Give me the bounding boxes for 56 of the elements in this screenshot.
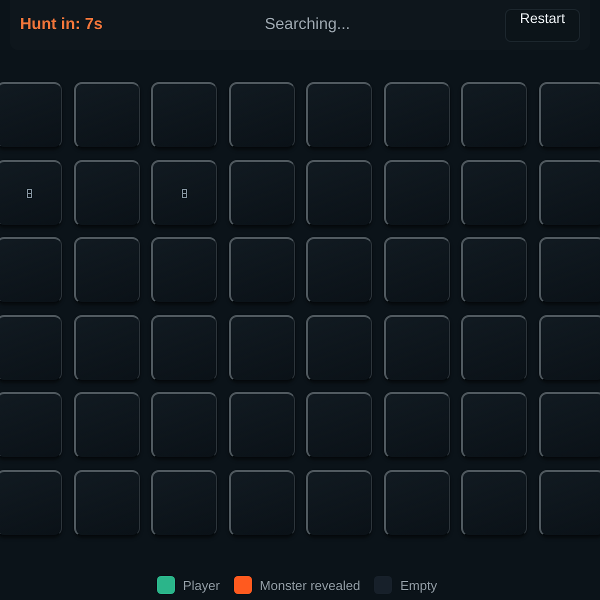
- grid-tile[interactable]: [0, 82, 62, 148]
- grid-tile[interactable]: [538, 82, 600, 148]
- legend-label: Empty: [400, 578, 438, 592]
- grid-tile[interactable]: [0, 314, 62, 380]
- grid-tile[interactable]: [151, 82, 217, 148]
- grid-tile[interactable]: [151, 314, 217, 380]
- grid-tile[interactable]: [538, 160, 600, 226]
- grid-tile[interactable]: [228, 82, 294, 148]
- grid-tile[interactable]: [306, 392, 372, 458]
- grid-tile[interactable]: [461, 237, 527, 303]
- grid-tile[interactable]: [384, 82, 450, 148]
- grid-tile[interactable]: [228, 392, 294, 458]
- grid-tile[interactable]: [228, 470, 294, 536]
- grid-tile[interactable]: [461, 470, 527, 536]
- grid-tile[interactable]: [538, 392, 600, 458]
- grid-tile[interactable]: [461, 314, 527, 380]
- grid-tile[interactable]: [538, 237, 600, 303]
- legend-label: Monster revealed: [260, 578, 360, 592]
- grid-tile[interactable]: [306, 314, 372, 380]
- missing-glyph-icon: [182, 188, 187, 198]
- grid-tile[interactable]: [306, 82, 372, 148]
- grid-tile[interactable]: [384, 470, 450, 536]
- grid-tile[interactable]: [228, 314, 294, 380]
- grid-tile[interactable]: [228, 237, 294, 303]
- legend-label: Player: [182, 578, 220, 592]
- grid-tile[interactable]: [384, 314, 450, 380]
- restart-button[interactable]: Restart: [504, 8, 580, 42]
- grid-tile[interactable]: [461, 392, 527, 458]
- status-text: Searching...: [264, 16, 350, 34]
- grid-tile[interactable]: [384, 160, 450, 226]
- grid-tile[interactable]: [74, 237, 140, 303]
- grid-tile[interactable]: [306, 237, 372, 303]
- grid-tile[interactable]: [0, 237, 62, 303]
- missing-glyph-icon: [27, 188, 32, 198]
- grid-tile[interactable]: [384, 392, 450, 458]
- countdown-timer: Hunt in: 7s: [20, 16, 104, 34]
- grid-tile[interactable]: [0, 392, 62, 458]
- grid-tile[interactable]: [74, 160, 140, 226]
- grid-tile[interactable]: [74, 314, 140, 380]
- grid-tile[interactable]: [151, 237, 217, 303]
- grid-tile[interactable]: [74, 392, 140, 458]
- grid-tile[interactable]: [461, 160, 527, 226]
- grid-tile[interactable]: [306, 160, 372, 226]
- grid-tile[interactable]: [384, 237, 450, 303]
- grid-tile[interactable]: [151, 470, 217, 536]
- grid-tile[interactable]: [538, 470, 600, 536]
- grid-tile[interactable]: [461, 82, 527, 148]
- grid-tile[interactable]: [306, 470, 372, 536]
- grid-tile[interactable]: [74, 82, 140, 148]
- grid-tile[interactable]: [228, 160, 294, 226]
- grid-tile[interactable]: [151, 160, 217, 226]
- grid-tile[interactable]: [538, 314, 600, 380]
- grid-tile[interactable]: [74, 470, 140, 536]
- grid-tile[interactable]: [0, 160, 62, 226]
- grid-tile[interactable]: [0, 470, 62, 536]
- grid-tile[interactable]: [151, 392, 217, 458]
